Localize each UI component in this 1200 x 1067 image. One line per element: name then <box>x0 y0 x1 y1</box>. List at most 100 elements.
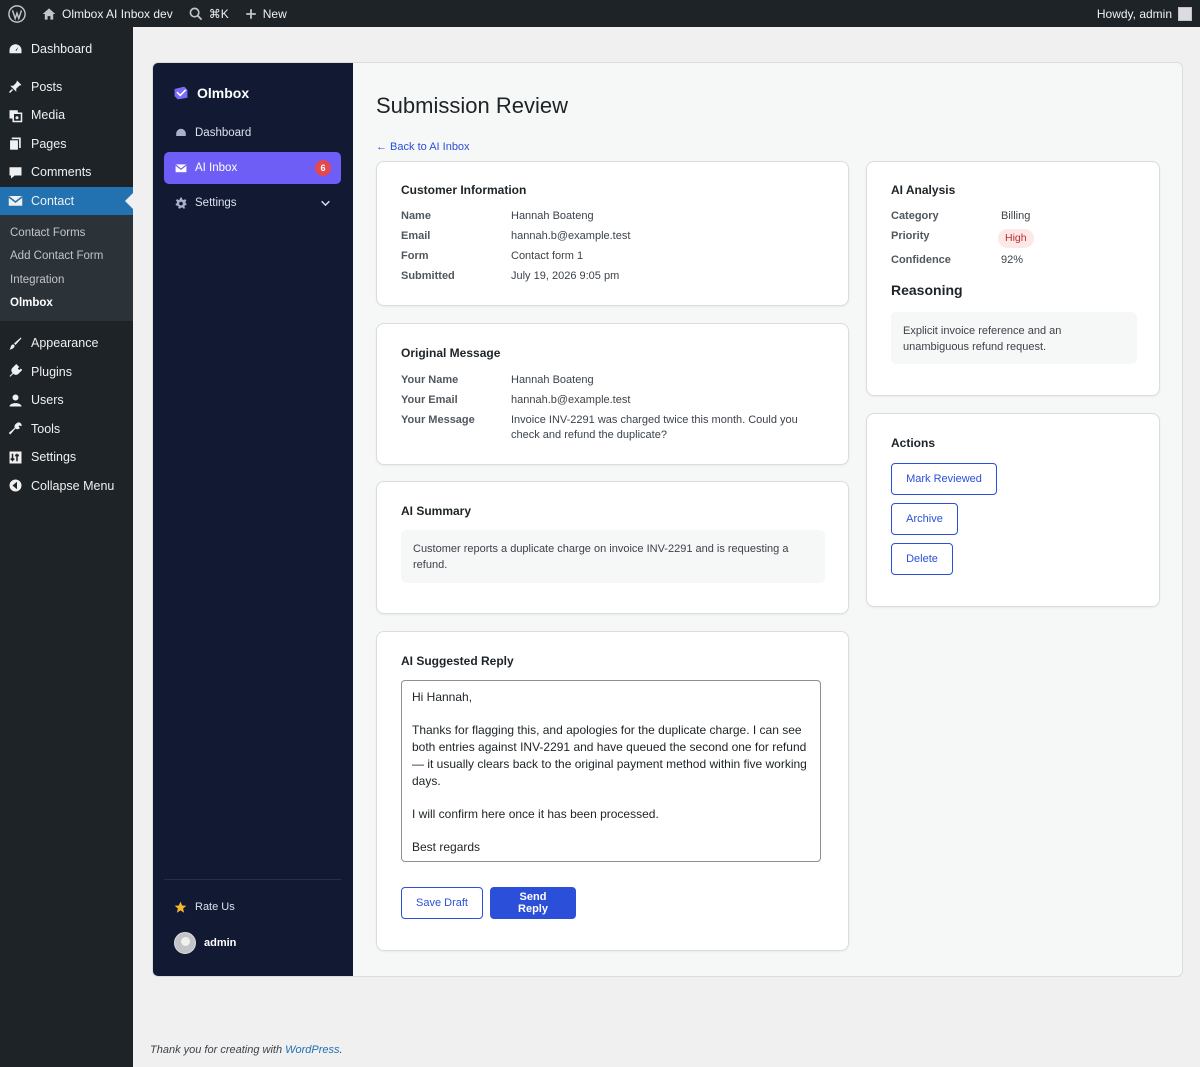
submenu-contact-forms[interactable]: Contact Forms <box>0 221 133 245</box>
analysis-row-confidence: Confidence 92% <box>891 254 1024 266</box>
card-heading: Customer Information <box>401 183 527 197</box>
ai-summary-text: Customer reports a duplicate charge on i… <box>401 530 825 583</box>
site-name-link[interactable]: Olmbox AI Inbox dev <box>34 0 181 27</box>
save-draft-button[interactable]: Save Draft <box>401 887 483 919</box>
send-reply-button[interactable]: Send Reply <box>490 887 576 919</box>
menu-label: Contact <box>31 193 75 208</box>
reasoning-text: Explicit invoice reference and an unambi… <box>891 312 1137 364</box>
wordpress-link[interactable]: WordPress <box>285 1044 339 1056</box>
rate-us-label: Rate Us <box>195 901 235 913</box>
submenu-olmbox[interactable]: Olmbox <box>0 292 133 316</box>
olmbox-nav: Dashboard AI Inbox 6 Settings <box>164 117 341 222</box>
menu-label: Comments <box>31 165 92 180</box>
card-heading: AI Summary <box>401 504 472 518</box>
info-row: Name Hannah Boateng <box>401 210 594 222</box>
search-shortcut-button[interactable]: ⌘K <box>181 0 237 27</box>
menu-label: Tools <box>31 421 61 436</box>
original-message-card: Original Message Your Name Hannah Boateng… <box>376 323 849 465</box>
menu-item-comments[interactable]: Comments <box>0 158 133 187</box>
archive-button[interactable]: Archive <box>891 503 958 535</box>
menu-item-dashboard[interactable]: Dashboard <box>0 35 133 64</box>
search-shortcut-label: ⌘K <box>208 6 229 21</box>
collapse-menu-button[interactable]: Collapse Menu <box>0 472 133 501</box>
pin-icon <box>8 80 22 94</box>
envelope-icon <box>8 196 23 206</box>
menu-item-media[interactable]: Media <box>0 101 133 130</box>
confidence-value: 92% <box>1001 254 1024 266</box>
footer-suffix: . <box>339 1044 343 1056</box>
dashboard-icon <box>176 128 186 136</box>
menu-label: Dashboard <box>31 42 93 57</box>
media-icon <box>9 110 23 122</box>
customer-info-list: Name Hannah Boateng Email hannah.b@example… <box>401 209 831 289</box>
menu-label: Settings <box>31 450 77 465</box>
chevron-down-icon <box>321 200 330 206</box>
wrench-icon <box>8 422 22 435</box>
olmbox-panel: Olmbox Dashboard AI Inbox 6 Settings Rat… <box>152 62 1183 977</box>
card-heading: Actions <box>891 436 936 450</box>
customer-information-card: Customer Information Name Hannah Boateng … <box>376 161 849 306</box>
user-icon <box>9 394 22 407</box>
brand-name: Olmbox <box>197 85 250 101</box>
dashboard-icon <box>9 44 22 53</box>
menu-item-settings[interactable]: Settings <box>0 443 133 472</box>
rate-us-link[interactable]: Rate Us <box>164 894 341 920</box>
menu-item-users[interactable]: Users <box>0 386 133 415</box>
settings-sliders-icon <box>9 451 22 464</box>
analysis-row-priority: Priority High <box>891 229 1141 248</box>
search-icon <box>189 7 202 20</box>
submenu-add-contact-form[interactable]: Add Contact Form <box>0 245 133 269</box>
nav-settings[interactable]: Settings <box>164 187 341 219</box>
menu-item-contact[interactable]: Contact <box>0 186 133 215</box>
back-to-inbox-link[interactable]: ← Back to AI Inbox <box>376 141 470 153</box>
nav-label: Settings <box>195 197 237 209</box>
menu-label: Appearance <box>31 336 99 351</box>
card-heading: Original Message <box>401 346 501 360</box>
submenu-integration[interactable]: Integration <box>0 268 133 292</box>
plus-icon <box>245 8 256 19</box>
page-title: Submission Review <box>376 93 568 118</box>
gear-icon <box>175 197 187 209</box>
analysis-row-category: Category Billing <box>891 210 1031 222</box>
user-avatar <box>1178 6 1192 21</box>
account-menu[interactable]: Howdy, admin <box>1096 6 1200 21</box>
menu-item-tools[interactable]: Tools <box>0 415 133 444</box>
olmbox-brand[interactable]: Olmbox <box>173 85 249 101</box>
nav-label: AI Inbox <box>195 162 238 174</box>
footer-text: Thank you for creating with <box>150 1044 286 1056</box>
star-icon <box>174 901 187 913</box>
admin-bar: Olmbox AI Inbox dev ⌘K New Howdy, admin <box>0 0 1200 27</box>
message-row: Your Email hannah.b@example.test <box>401 394 631 406</box>
contact-submenu: Contact Forms Add Contact Form Integrati… <box>0 215 133 321</box>
plug-icon <box>9 364 23 377</box>
menu-item-posts[interactable]: Posts <box>0 73 133 102</box>
nav-ai-inbox[interactable]: AI Inbox 6 <box>164 152 341 184</box>
nav-dashboard[interactable]: Dashboard <box>164 117 341 149</box>
menu-item-pages[interactable]: Pages <box>0 130 133 159</box>
olmbox-sidebar-footer: Rate Us admin <box>164 879 341 958</box>
message-row: Your Message Invoice INV-2291 was charged… <box>401 414 798 441</box>
paintbrush-icon <box>9 337 22 350</box>
menu-label: Users <box>31 393 64 408</box>
wordpress-logo-button[interactable] <box>0 0 34 27</box>
ai-summary-card: AI Summary Customer reports a duplicate … <box>376 481 849 614</box>
new-content-button[interactable]: New <box>237 0 295 27</box>
greeting: Howdy, admin <box>1096 6 1172 21</box>
original-message-list: Your Name Hannah Boateng Your Email hannah… <box>401 373 831 448</box>
category-value: Billing <box>1001 210 1031 222</box>
info-row: Form Contact form 1 <box>401 250 584 262</box>
info-row: Submitted July 19, 2026 9:05 pm <box>401 270 620 282</box>
mark-reviewed-button[interactable]: Mark Reviewed <box>891 463 997 495</box>
info-row: Email hannah.b@example.test <box>401 230 631 242</box>
olmbox-logo-icon <box>174 86 188 100</box>
menu-item-plugins[interactable]: Plugins <box>0 358 133 387</box>
menu-item-appearance[interactable]: Appearance <box>0 329 133 358</box>
current-user[interactable]: admin <box>164 928 341 958</box>
delete-button[interactable]: Delete <box>891 543 953 575</box>
nav-label: Dashboard <box>195 127 252 139</box>
comment-icon <box>9 167 22 179</box>
admin-footer: Thank you for creating with WordPress. <box>150 1044 343 1056</box>
reply-textarea[interactable]: Hi Hannah, Thanks for flagging this, and… <box>401 680 821 862</box>
ai-suggested-reply-card: AI Suggested Reply Hi Hannah, Thanks for… <box>376 631 849 951</box>
admin-menu: Dashboard Posts Media Pages Comments Con… <box>0 27 133 1067</box>
